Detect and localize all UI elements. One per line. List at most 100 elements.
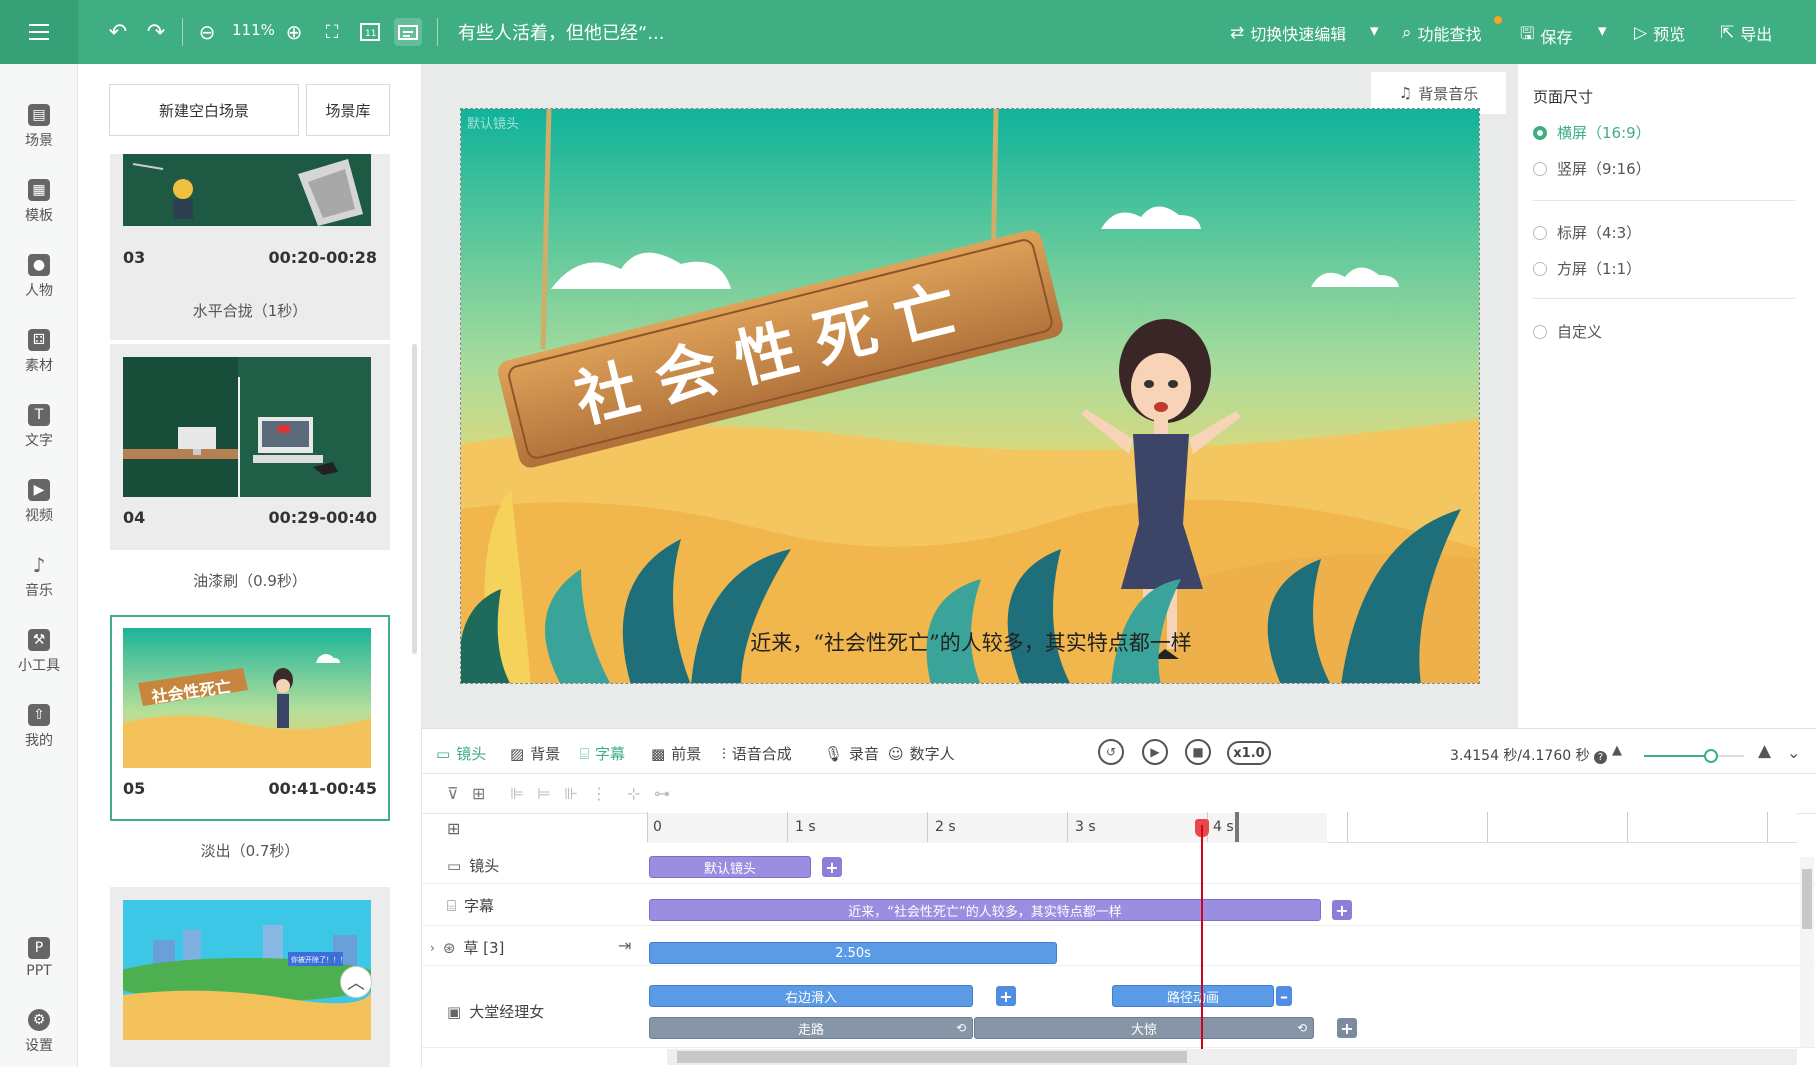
scroll-to-top-button[interactable]: ︿ [340,966,372,998]
loop-icon[interactable]: ⟲ [1297,1021,1307,1035]
zoom-out-icon[interactable]: ⊖ [195,20,219,44]
playhead[interactable] [1201,825,1203,1058]
nav-settings[interactable]: ⚙ 设置 [0,1009,78,1055]
tab-camera[interactable]: ▭ 镜头 [436,743,486,764]
radio-square[interactable]: 方屏（1:1） [1533,258,1641,279]
tab-record[interactable]: 🎙 录音 [824,743,879,764]
stage-canvas[interactable]: 社会性死亡 默认镜头 近来，“社会性死亡”的人较多，其实特点都一样 [460,108,1480,684]
subtitle-icon[interactable] [394,18,422,46]
clip-enter-animation[interactable]: 右边滑入 [649,985,973,1007]
document-title[interactable]: 有些人活着，但他已经“... [458,19,665,45]
replay-button[interactable]: ↺ [1098,739,1124,765]
add-animation-button[interactable]: + [996,986,1016,1006]
nav-ppt[interactable]: P PPT [0,937,78,979]
nav-character[interactable]: ● 人物 [0,254,78,300]
zoom-out-timeline-icon[interactable]: ▲ [1612,743,1622,758]
subtitle-overlay[interactable]: 近来，“社会性死亡”的人较多，其实特点都一样 [461,627,1479,657]
tab-subtitle[interactable]: ⌸ 字幕 [580,743,625,764]
clip-grass[interactable]: 2.50s [649,942,1057,964]
collapse-timeline-icon[interactable]: ⌄ [1787,743,1800,762]
ratio-icon[interactable]: 11 [358,20,382,44]
scene-card-04[interactable]: 04 00:29-00:40 [110,344,390,550]
play-button[interactable]: ▶ [1142,739,1168,765]
nav-mine[interactable]: ⇧ 我的 [0,704,78,750]
save-dropdown[interactable]: ▾ [1598,21,1607,41]
nav-tools[interactable]: ⚒ 小工具 [0,629,78,675]
add-subtitle-button[interactable]: + [1332,900,1352,920]
preview-button[interactable]: ▷ 预览 [1634,21,1685,45]
align-left-icon[interactable]: ⊫ [510,784,524,803]
ungroup-icon[interactable]: ⇥ [618,936,631,955]
tab-digital-human[interactable]: ☺ 数字人 [888,743,955,764]
notification-dot [1494,16,1502,24]
nav-video[interactable]: ▶ 视频 [0,479,78,525]
tab-tts[interactable]: ⫶ 语音合成 [722,743,792,764]
timeline-vertical-scrollbar[interactable] [1800,857,1814,1047]
align-right-icon[interactable]: ⊪ [564,784,578,803]
radio-landscape[interactable]: 横屏（16:9） [1533,122,1651,143]
scrollbar-thumb[interactable] [1802,869,1812,929]
link-icon[interactable]: ⊶ [654,784,670,803]
distribute-icon[interactable]: ⋮ [591,784,607,803]
scrollbar-thumb[interactable] [677,1051,1187,1063]
radio-portrait[interactable]: 竖屏（9:16） [1533,158,1651,179]
feature-search-button[interactable]: ⌕ 功能查找 [1402,21,1482,45]
track-manager[interactable]: ▣ 大堂经理女 [447,1001,544,1022]
radio-indicator [1533,324,1547,339]
new-blank-scene-button[interactable]: 新建空白场景 [109,84,299,136]
timeline-horizontal-scrollbar[interactable] [667,1049,1797,1065]
divider [1533,200,1795,201]
tab-background[interactable]: ▨ 背景 [510,743,560,764]
nav-music[interactable]: ♪ 音乐 [0,554,78,600]
timeline-zoom-slider[interactable] [1644,749,1744,763]
layers-icon[interactable]: ⊞ [447,819,460,838]
nav-material[interactable]: ⚃ 素材 [0,329,78,375]
speed-button[interactable]: x1.0 [1227,741,1271,765]
clip-path-animation[interactable]: 路径动画 [1112,985,1274,1007]
export-button[interactable]: ⇱ 导出 [1720,21,1772,45]
menu-icon[interactable] [0,0,78,64]
switch-edit-button[interactable]: ⇄ 切换快速编辑 [1230,21,1346,45]
loop-icon[interactable]: ⟲ [956,1021,966,1035]
clip-walk[interactable]: 走路 ⟲ [649,1017,973,1039]
zoom-in-icon[interactable]: ⊕ [282,20,306,44]
track-grass[interactable]: › ⊛ 草 [3] [430,937,504,958]
time-ruler[interactable]: 0 1 s 2 s 3 s 4 s [647,812,1797,843]
clip-camera[interactable]: 默认镜头 [649,856,811,878]
filter-icon[interactable]: ⊽ [447,784,459,803]
fullscreen-icon[interactable]: ⛶ [320,20,344,44]
transition-label[interactable]: 淡出（0.7秒） [110,840,390,861]
tab-foreground[interactable]: ▩ 前景 [651,743,701,764]
clip-subtitle[interactable]: 近来，“社会性死亡”的人较多，其实特点都一样 [649,899,1321,921]
switch-edit-dropdown[interactable]: ▾ [1370,21,1379,41]
nav-text[interactable]: T 文字 [0,404,78,450]
add-action-button[interactable]: + [1337,1018,1357,1038]
group-icon[interactable]: ⊞ [472,784,485,803]
clip-shock[interactable]: 大惊 ⟲ [974,1017,1314,1039]
microphone-icon: 🎙 [824,744,844,763]
add-camera-button[interactable]: + [822,857,842,877]
snap-icon[interactable]: ⊹ [627,784,640,803]
radio-custom[interactable]: 自定义 [1533,321,1602,342]
scene-panel-scrollbar[interactable] [412,344,417,654]
stop-button[interactable]: ■ [1185,739,1211,765]
zoom-slider-knob[interactable] [1704,749,1718,763]
remove-animation-button[interactable]: – [1276,986,1292,1006]
radio-standard[interactable]: 标屏（4:3） [1533,222,1641,243]
align-center-icon[interactable]: ⊨ [537,784,551,803]
nav-template[interactable]: ▦ 模板 [0,179,78,225]
save-icon: 🖫 [1520,24,1535,44]
zoom-in-timeline-icon[interactable]: ▲ [1758,741,1771,761]
time-position: 3.4154 秒/4.1760 秒 ? [1450,745,1608,765]
undo-icon[interactable]: ↶ [106,20,130,45]
transition-label[interactable]: 水平合拢（1秒） [110,300,390,321]
scene-library-button[interactable]: 场景库 [306,84,390,136]
transition-label[interactable]: 油漆刷（0.9秒） [110,570,390,591]
track-camera[interactable]: ▭ 镜头 [447,855,499,876]
nav-scene[interactable]: ▤ 场景 [0,104,78,150]
scene-card-05[interactable]: 社会性死亡 05 00:41-00:45 [110,615,390,821]
redo-icon[interactable]: ↷ [144,20,168,45]
help-icon[interactable]: ? [1594,751,1608,764]
save-button[interactable]: 🖫 保存 [1520,21,1573,50]
track-subtitle[interactable]: ⌸ 字幕 [447,895,494,916]
